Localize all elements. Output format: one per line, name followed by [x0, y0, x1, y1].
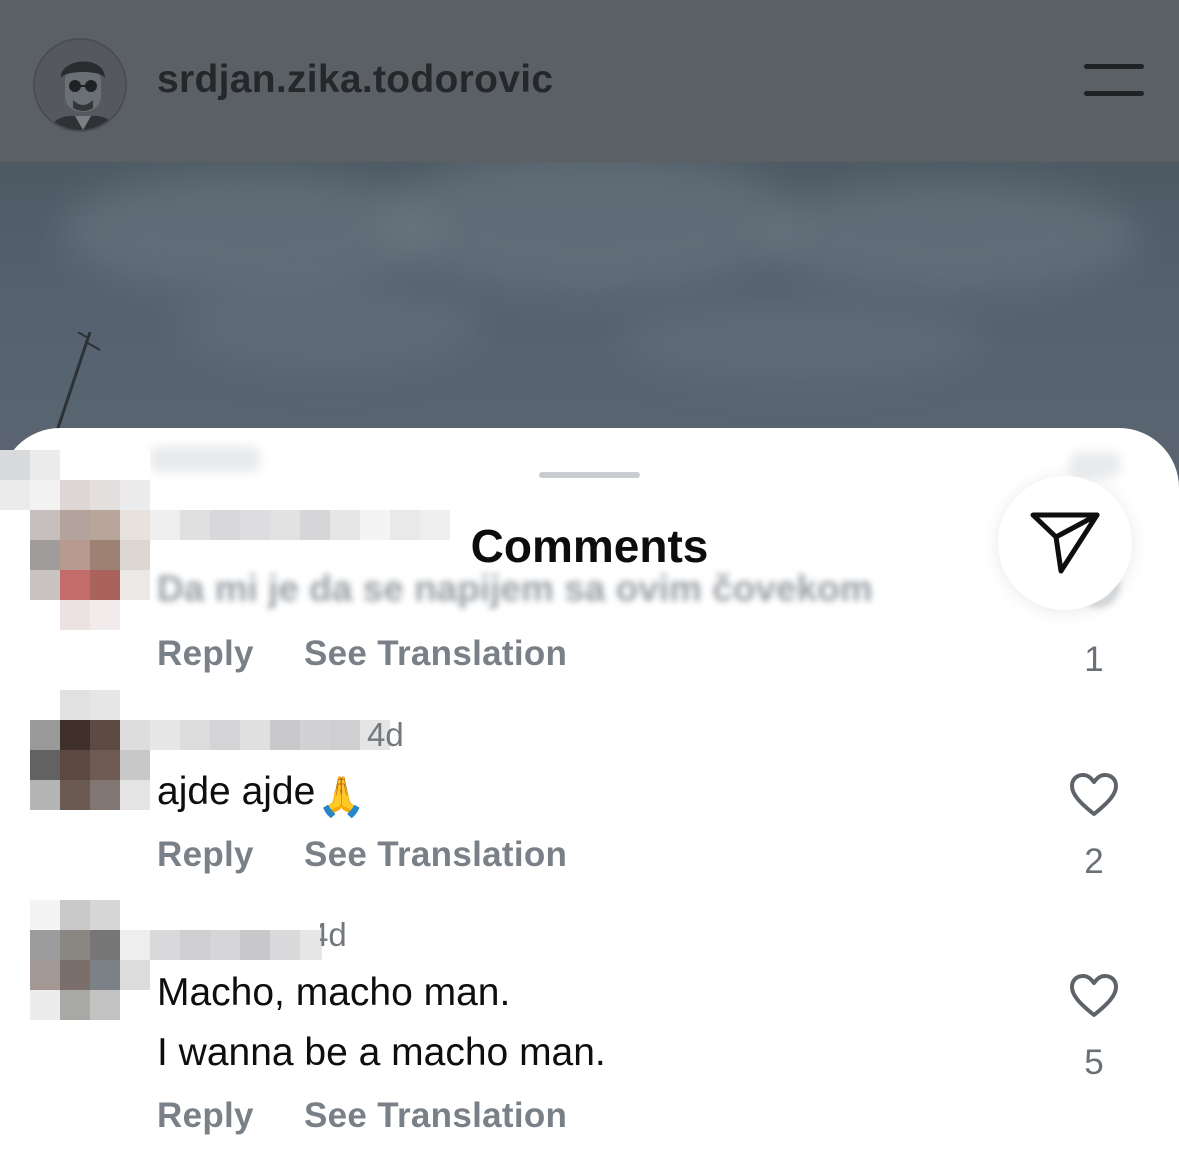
- see-translation-button[interactable]: See Translation: [304, 634, 567, 674]
- like-heart-icon[interactable]: [1069, 772, 1119, 818]
- like-count: 2: [1084, 842, 1104, 881]
- profile-avatar[interactable]: [33, 38, 127, 132]
- profile-username[interactable]: srdjan.zika.todorovic: [157, 58, 553, 102]
- like-count: 1: [1084, 640, 1104, 679]
- blurred-row: [150, 446, 260, 472]
- comment-username-redacted[interactable]: [150, 930, 322, 960]
- comment-text-body: ajde ajde: [157, 770, 316, 813]
- praying-hands-emoji: 🙏: [317, 775, 366, 820]
- comment-avatar[interactable]: [30, 900, 150, 1020]
- profile-portrait-icon: [35, 40, 125, 130]
- paper-plane-icon: [1030, 512, 1100, 574]
- comment-timestamp: 4d: [367, 716, 404, 753]
- comment-avatar[interactable]: [30, 690, 150, 810]
- reply-button[interactable]: Reply: [157, 835, 254, 875]
- share-button[interactable]: [998, 476, 1132, 610]
- comment-text-line: Macho, macho man.: [157, 971, 511, 1014]
- sheet-drag-handle[interactable]: [539, 472, 640, 478]
- comment-username-redacted[interactable]: [150, 720, 390, 750]
- blurred-row: [1070, 452, 1120, 478]
- profile-header: srdjan.zika.todorovic: [0, 0, 1179, 162]
- comment-text: ajde ajde🙏: [157, 762, 366, 828]
- hamburger-menu-icon[interactable]: [1082, 64, 1144, 98]
- comment-text-blurred: Da mi je da se napijem sa ovim čovekom: [157, 568, 873, 609]
- comment-text: Macho, macho man. I wanna be a macho man…: [157, 963, 606, 1083]
- comment-text-line: I wanna be a macho man.: [157, 1031, 606, 1074]
- like-count: 5: [1084, 1043, 1104, 1082]
- reply-button[interactable]: Reply: [157, 1096, 254, 1136]
- reply-button[interactable]: Reply: [157, 634, 254, 674]
- like-heart-icon[interactable]: [1069, 973, 1119, 1019]
- see-translation-button[interactable]: See Translation: [304, 1096, 567, 1136]
- see-translation-button[interactable]: See Translation: [304, 835, 567, 875]
